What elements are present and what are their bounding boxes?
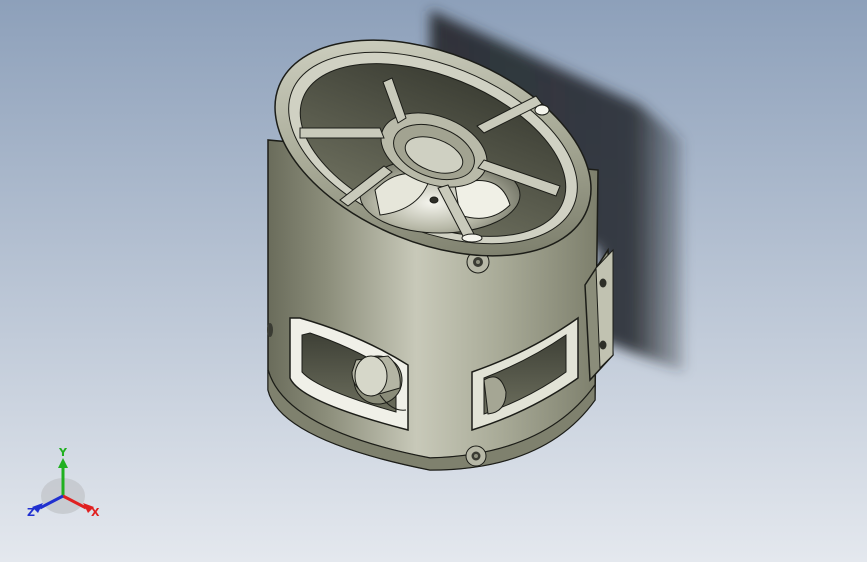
triad-y-label: Y	[58, 446, 68, 459]
screw-bottom	[465, 445, 487, 467]
graphics-viewport[interactable]: Y X Z	[0, 0, 867, 562]
model-scene[interactable]: Y X Z	[0, 0, 867, 562]
triad-z-label: Z	[27, 506, 35, 519]
screw-side	[267, 323, 273, 337]
triad-x-label: X	[91, 506, 100, 519]
